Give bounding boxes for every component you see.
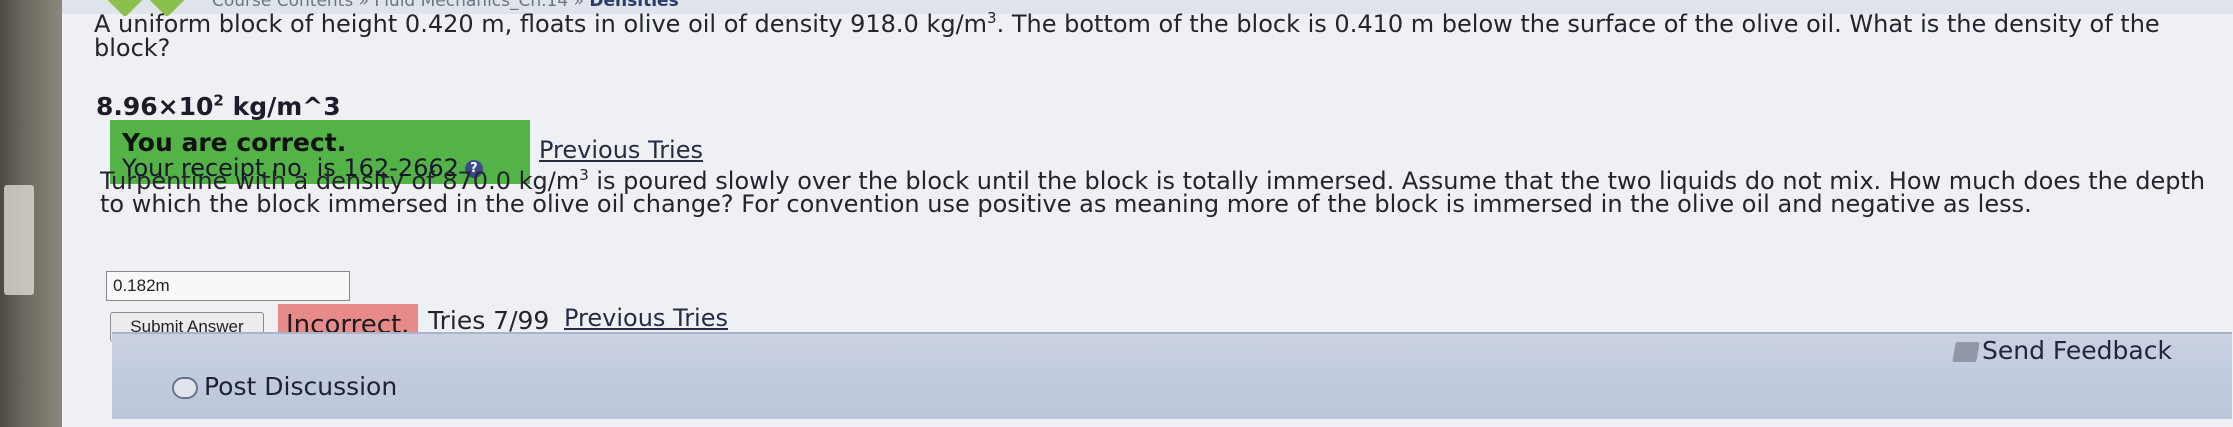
send-feedback-link[interactable]: Send Feedback [1952, 336, 2172, 365]
post-discussion-link[interactable]: Post Discussion [172, 372, 397, 401]
discussion-footer-bar [112, 332, 2232, 419]
problem2-question: Turpentine with a density of 870.0 kg/m3… [100, 166, 2206, 218]
discussion-icon [172, 377, 198, 399]
correct-status-title: You are correct. [122, 128, 347, 157]
problem2-answer-input[interactable] [106, 271, 350, 301]
tries-count: Tries 7/99 [428, 306, 550, 335]
problem1-answer: 8.96×102 kg/m^3 [96, 91, 341, 121]
problem-page: Course Contents » Fluid Mechanics_Ch.14 … [62, 0, 2233, 427]
problem1-previous-tries-link[interactable]: Previous Tries [539, 136, 703, 164]
background-object [4, 185, 34, 295]
feedback-icon [1952, 342, 1980, 362]
left-background-edge [0, 0, 62, 427]
problem2-previous-tries-link[interactable]: Previous Tries [564, 304, 728, 332]
problem1-question: A uniform block of height 0.420 m, float… [94, 9, 2160, 62]
